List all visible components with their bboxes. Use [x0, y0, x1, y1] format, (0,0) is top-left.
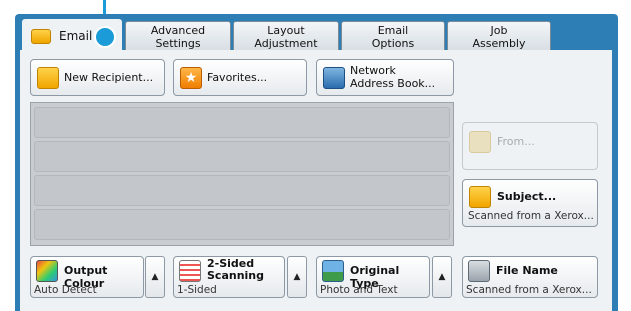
from-label: From... — [497, 135, 535, 148]
recipient-row[interactable] — [34, 141, 450, 172]
output-colour-value: Auto Detect — [34, 284, 97, 296]
output-colour-up-button[interactable]: ▲ — [145, 256, 165, 298]
tab-advanced-settings-label: Advanced Settings — [150, 24, 206, 50]
two-sided-scanning-button[interactable]: 2-Sided Scanning 1-Sided — [173, 256, 285, 298]
tab-job-assembly-label: Job Assembly — [472, 24, 526, 50]
subject-envelope-icon — [469, 186, 491, 208]
tab-layout-adjustment-label: Layout Adjustment — [254, 24, 318, 50]
tab-email-label: Email — [59, 28, 93, 43]
network-address-book-button[interactable]: Network Address Book... — [316, 59, 454, 96]
two-sided-scanning-value: 1-Sided — [177, 284, 217, 296]
pointer-dot — [94, 26, 116, 48]
two-sided-scanning-up-button[interactable]: ▲ — [287, 256, 307, 298]
original-type-up-button[interactable]: ▲ — [432, 256, 452, 298]
new-recipient-button[interactable]: New Recipient... — [30, 59, 165, 96]
two-sided-scanning-label: 2-Sided Scanning — [207, 257, 265, 282]
network-address-book-label: Network Address Book... — [350, 64, 436, 90]
file-name-value: Scanned from a Xerox... — [466, 284, 592, 296]
original-type-button[interactable]: Original Type Photo and Text — [316, 256, 430, 298]
from-envelope-icon — [469, 131, 491, 153]
tab-job-assembly[interactable]: Job Assembly — [447, 21, 551, 52]
original-type-value: Photo and Text — [320, 284, 398, 296]
from-button[interactable]: From... — [462, 122, 598, 170]
output-colour-button[interactable]: Output Colour Auto Detect — [30, 256, 144, 298]
star-icon: ★ — [180, 67, 202, 89]
file-name-button[interactable]: File Name Scanned from a Xerox... — [462, 256, 598, 298]
recipient-list[interactable] — [30, 102, 454, 246]
envelope-icon — [31, 28, 51, 44]
subject-label: Subject... — [497, 190, 557, 203]
address-book-icon — [323, 67, 345, 89]
favorites-label: Favorites... — [207, 71, 268, 84]
tab-email-options[interactable]: Email Options — [341, 21, 445, 52]
two-sided-page-icon — [179, 260, 201, 282]
tab-email-options-label: Email Options — [371, 24, 415, 50]
colour-palette-icon — [36, 260, 58, 282]
subject-button[interactable]: Subject... Scanned from a Xerox... — [462, 179, 598, 227]
envelope-add-icon — [37, 67, 59, 89]
file-name-icon — [468, 260, 490, 282]
recipient-row[interactable] — [34, 209, 450, 240]
recipient-row[interactable] — [34, 175, 450, 206]
photo-icon — [322, 260, 344, 282]
tab-advanced-settings[interactable]: Advanced Settings — [125, 21, 231, 52]
tab-layout-adjustment[interactable]: Layout Adjustment — [233, 21, 339, 52]
new-recipient-label: New Recipient... — [64, 71, 154, 84]
file-name-label: File Name — [496, 264, 558, 277]
subject-value: Scanned from a Xerox... — [468, 210, 594, 222]
recipient-row[interactable] — [34, 107, 450, 138]
favorites-button[interactable]: ★ Favorites... — [173, 59, 307, 96]
